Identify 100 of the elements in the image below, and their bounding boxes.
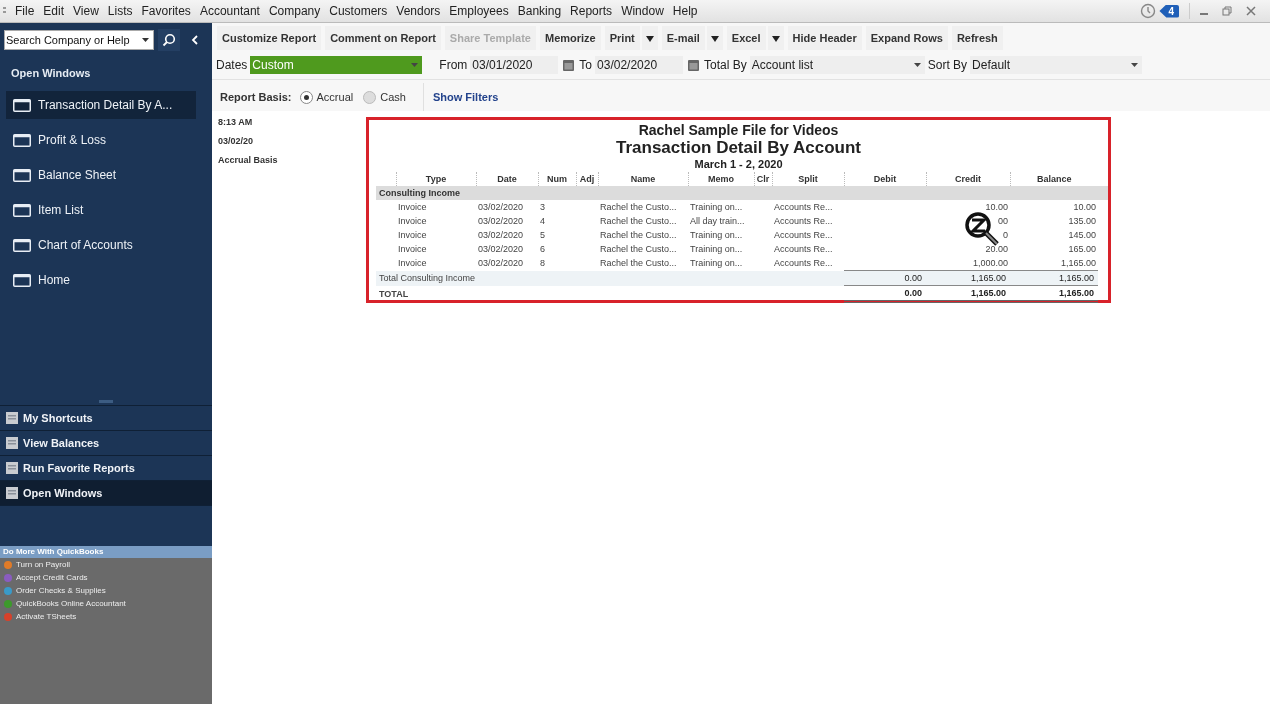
- search-button[interactable]: [158, 29, 180, 51]
- dropdown-arrow-icon: [1131, 63, 1139, 67]
- minimize-icon: [1200, 13, 1208, 15]
- table-cell: 1,165.00: [1010, 285, 1098, 302]
- toolbar-button[interactable]: Memorize: [539, 26, 601, 50]
- open-window-item[interactable]: Home: [6, 266, 196, 294]
- menu-item[interactable]: Banking: [517, 4, 562, 18]
- menu-item[interactable]: Customers: [329, 4, 388, 18]
- table-cell-text: Rachel the Custo...: [599, 229, 678, 242]
- field-label: Report Basis:: [220, 91, 292, 103]
- grip-icon: [3, 6, 7, 16]
- field-label: Total By: [704, 58, 747, 72]
- promo-link[interactable]: Activate TSheets: [16, 612, 77, 621]
- table-cell-text: 20.00: [984, 243, 1009, 256]
- report-date: 03/02/20: [218, 136, 255, 146]
- open-window-item[interactable]: Chart of Accounts: [6, 231, 196, 259]
- table-cell: 00: [998, 216, 1008, 226]
- window-icon: [13, 168, 31, 182]
- nav-item[interactable]: View Balances: [0, 431, 212, 456]
- promo-link[interactable]: Turn on Payroll: [16, 560, 70, 569]
- table-cell: TOTAL: [376, 285, 844, 302]
- toolbar-button[interactable]: Comment on Report: [325, 26, 441, 50]
- menu-item[interactable]: Company: [268, 4, 321, 18]
- menu-item[interactable]: Lists: [107, 4, 133, 18]
- table-cell-text: 03/02/2020: [477, 243, 525, 256]
- report-date-range: March 1 - 2, 2020: [693, 158, 784, 170]
- nav-item[interactable]: My Shortcuts: [0, 406, 212, 431]
- report-time: 8:13 AM: [218, 117, 254, 127]
- radio-button[interactable]: Cash: [363, 90, 406, 104]
- table-cell: 10.00: [926, 200, 1010, 214]
- menu-item[interactable]: Window: [621, 4, 664, 18]
- search-icon: [162, 33, 176, 47]
- menu-item[interactable]: File: [15, 4, 35, 18]
- menu-item[interactable]: Edit: [43, 4, 65, 18]
- table-cell: 0.00: [844, 285, 926, 302]
- table-cell-text: Invoice: [397, 257, 428, 271]
- total-by-dropdown[interactable]: Account list: [749, 56, 925, 74]
- menu-item[interactable]: Favorites: [141, 4, 191, 18]
- table-cell: 0.00: [844, 270, 926, 286]
- chevron-left-icon: [190, 35, 198, 45]
- dropdown-button[interactable]: [767, 26, 784, 50]
- table-cell-text: 8: [539, 257, 546, 271]
- menu-item[interactable]: Help: [672, 4, 698, 18]
- table-cell: 3: [538, 200, 576, 214]
- report-title: Transaction Detail By Account: [615, 138, 862, 158]
- table-cell-text: All day train...: [689, 215, 746, 228]
- date-field[interactable]: 03/02/2020: [595, 56, 684, 74]
- nav-item[interactable]: Open Windows: [0, 481, 212, 506]
- resize-grip-icon: [99, 399, 113, 403]
- open-window-item[interactable]: Balance Sheet: [6, 161, 196, 189]
- promo-link[interactable]: QuickBooks Online Accountant: [16, 599, 126, 608]
- toolbar-button[interactable]: Excel: [726, 26, 766, 50]
- company-name: Rachel Sample File for Videos: [637, 122, 840, 138]
- window-icon: [13, 98, 31, 112]
- date-field[interactable]: 03/01/2020: [470, 56, 559, 74]
- menu-item[interactable]: Accountant: [199, 4, 260, 18]
- table-cell-text: 145.00: [1067, 229, 1097, 242]
- show-filters-link[interactable]: Show Filters: [432, 91, 499, 103]
- caret-icon: [710, 36, 719, 42]
- menu-item[interactable]: Vendors: [396, 4, 441, 18]
- report-basis: Accrual Basis: [218, 155, 279, 165]
- reminder-badge[interactable]: 4: [1159, 4, 1179, 18]
- open-window-item[interactable]: Item List: [6, 196, 196, 224]
- toolbar-button[interactable]: E-mail: [661, 26, 705, 50]
- table-cell-text: 6: [539, 243, 546, 256]
- table-cell-text: Training on...: [689, 229, 744, 242]
- table-cell-text: Invoice: [397, 243, 428, 256]
- menu-item[interactable]: View: [73, 4, 99, 18]
- promo-link[interactable]: Order Checks & Supplies: [16, 586, 106, 595]
- toolbar-button[interactable]: Expand Rows: [865, 26, 948, 50]
- toolbar-button[interactable]: Print: [604, 26, 640, 50]
- search-field[interactable]: Search Company or Help: [4, 30, 154, 50]
- menu-item[interactable]: Employees: [449, 4, 509, 18]
- caret-icon: [645, 36, 654, 42]
- table-cell-text: 03/02/2020: [477, 229, 525, 242]
- toolbar-button[interactable]: Hide Header: [787, 26, 862, 50]
- menu-item[interactable]: Reports: [570, 4, 613, 18]
- open-window-item[interactable]: Transaction Detail By A...: [6, 91, 196, 119]
- window-icon: [13, 203, 31, 217]
- open-window-item[interactable]: Profit & Loss: [6, 126, 196, 154]
- table-cell-text: Accounts Re...: [773, 215, 834, 228]
- table-cell: Rachel the Custo...: [598, 200, 688, 214]
- panel-icon: [6, 487, 18, 499]
- table-cell: 1,165.00: [1010, 270, 1098, 286]
- field-label: From: [439, 58, 468, 72]
- dropdown-arrow-icon: [913, 63, 921, 67]
- table-cell: 1,000.00: [926, 256, 1010, 271]
- sort-by-dropdown[interactable]: Default: [970, 56, 1143, 74]
- dropdown-button[interactable]: [706, 26, 723, 50]
- table-cell: 10.00: [1010, 200, 1098, 214]
- table-cell-text: 135.00: [1067, 215, 1097, 228]
- toolbar-button[interactable]: Customize Report: [217, 26, 322, 50]
- toolbar-button[interactable]: Refresh: [951, 26, 1003, 50]
- promo-link[interactable]: Accept Credit Cards: [16, 573, 88, 582]
- dates-dropdown[interactable]: Custom: [250, 56, 423, 74]
- table-cell: 1,165.00: [926, 270, 1010, 286]
- radio-button[interactable]: Accrual: [299, 90, 354, 104]
- dropdown-button[interactable]: [641, 26, 658, 50]
- table-cell-text: 03/02/2020: [477, 257, 525, 271]
- table-cell-text: Training on...: [689, 243, 744, 256]
